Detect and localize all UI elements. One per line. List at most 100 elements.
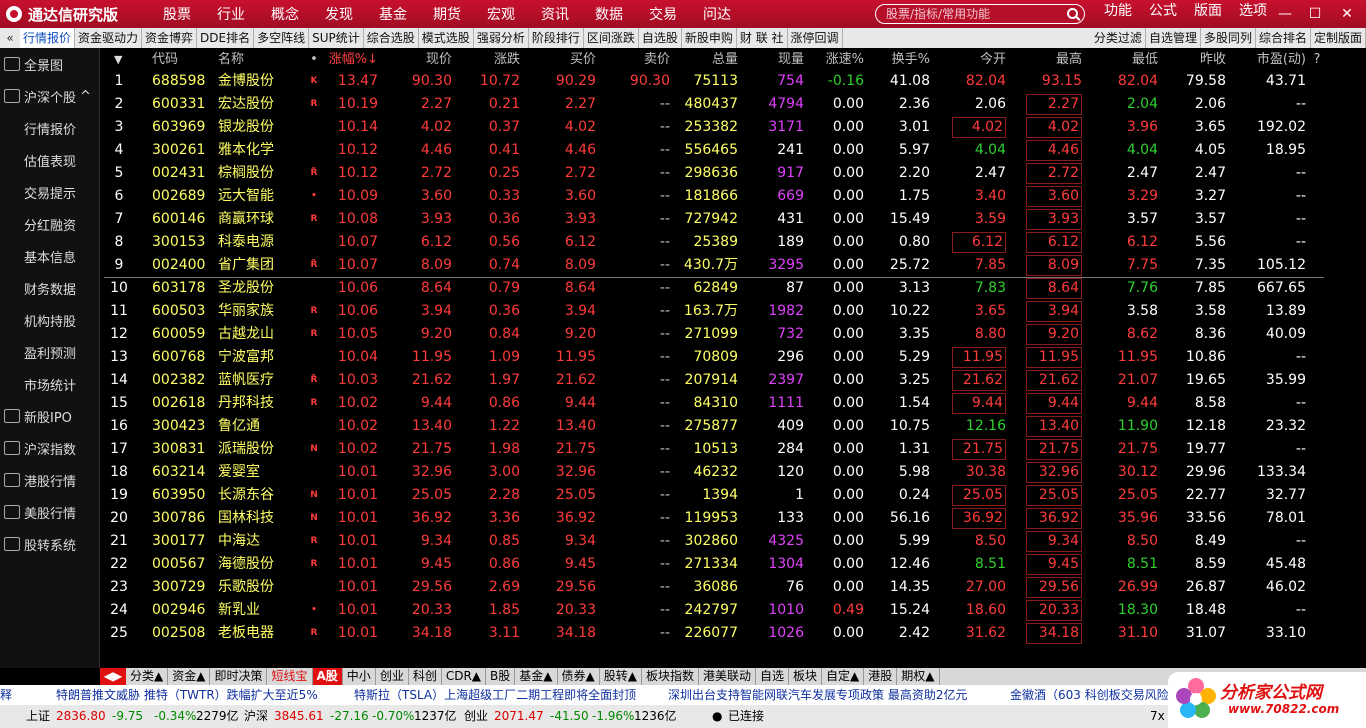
column-header[interactable]: 代码 — [152, 48, 212, 71]
category-tab[interactable]: 科创 — [409, 668, 442, 685]
table-row[interactable]: 23 300729 乐歌股份 10.01 29.56 2.69 29.56 -- 36086 76… — [104, 576, 1366, 599]
sidebar-item[interactable]: 港股行情 — [0, 464, 99, 496]
right-menu-item[interactable]: 选项 — [1231, 0, 1275, 28]
sidebar-item[interactable]: 股转系统 — [0, 528, 99, 560]
table-row[interactable]: 24 002946 新乳业 • 10.01 20.33 1.85 20.33 -- 242797 1… — [104, 599, 1366, 622]
maximize-icon[interactable]: ☐ — [1300, 0, 1330, 28]
tab-item[interactable]: 阶段排行 — [529, 28, 584, 48]
category-tab[interactable]: 创业 — [376, 668, 409, 685]
category-tab[interactable]: 港美联动 — [699, 668, 756, 685]
table-row[interactable]: 4 300261 雅本化学 10.12 4.46 0.41 4.46 -- 556465 241 0… — [104, 139, 1366, 162]
tab-item-right[interactable]: 分类过滤 — [1091, 28, 1146, 48]
table-row[interactable]: 2 600331 宏达股份 R 10.19 2.27 0.21 2.27 -- 480437 479… — [104, 93, 1366, 116]
collapse-sidebar-icon[interactable]: « — [0, 31, 20, 45]
tab-item[interactable]: 行情报价 — [20, 28, 76, 48]
ticker-item[interactable]: 金徽酒（603 科创板交易风险 — [1010, 685, 1169, 705]
close-icon[interactable]: ✕ — [1332, 0, 1362, 28]
tab-item-right[interactable]: 多股同列 — [1201, 28, 1256, 48]
column-header[interactable]: 买价 — [526, 48, 596, 71]
table-row[interactable]: 7 600146 商赢环球 R 10.08 3.93 0.36 3.93 -- 727942 431… — [104, 208, 1366, 231]
sidebar-item[interactable]: 交易提示 — [0, 176, 99, 208]
tab-item-right[interactable]: 自选管理 — [1146, 28, 1201, 48]
search-icon[interactable] — [1067, 8, 1078, 19]
column-header[interactable]: 涨幅%↓ — [326, 48, 378, 71]
column-header[interactable]: 最高 — [1026, 48, 1082, 71]
category-tab[interactable]: 港股 — [864, 668, 898, 685]
table-row[interactable]: 8 300153 科泰电源 10.07 6.12 0.56 6.12 -- 25389 189 0.… — [104, 231, 1366, 254]
category-tab[interactable]: 期权▲ — [897, 668, 940, 685]
sidebar-item[interactable]: 市场统计 — [0, 368, 99, 400]
table-row[interactable]: 25 002508 老板电器 R 10.01 34.18 3.11 34.18 -- 226077… — [104, 622, 1366, 645]
table-row[interactable]: 22 000567 海德股份 R 10.01 9.45 0.86 9.45 -- 271334 13… — [104, 553, 1366, 576]
sidebar-item[interactable]: 全景图 — [0, 48, 99, 80]
search-input[interactable]: 股票/指标/常用功能 — [875, 4, 1085, 24]
category-tab[interactable]: 债券▲ — [558, 668, 600, 685]
sidebar-item[interactable]: 估值表现 — [0, 144, 99, 176]
column-header[interactable]: 卖价 — [602, 48, 670, 71]
category-tab[interactable]: 板块 — [789, 668, 823, 685]
table-row[interactable]: 14 002382 蓝帆医疗 R̈ 10.03 21.62 1.97 21.62 -- 20791… — [104, 369, 1366, 392]
menu-item[interactable]: 股票 — [150, 4, 204, 24]
table-row[interactable]: 16 300423 鲁亿通 10.02 13.40 1.22 13.40 -- 275877 40… — [104, 415, 1366, 438]
category-tab[interactable]: 基金▲ — [515, 668, 558, 685]
table-row[interactable]: 10 603178 圣龙股份 10.06 8.64 0.79 8.64 -- 62849 87 0.… — [104, 277, 1366, 300]
menu-item[interactable]: 行业 — [204, 4, 258, 24]
table-row[interactable]: 13 600768 宁波富邦 10.04 11.95 1.09 11.95 -- 70809 29… — [104, 346, 1366, 369]
tab-item[interactable]: 强弱分析 — [474, 28, 529, 48]
menu-item[interactable]: 基金 — [366, 4, 420, 24]
sidebar-item[interactable]: 机构持股 — [0, 304, 99, 336]
tab-item-right[interactable]: 定制版面 — [1311, 28, 1366, 48]
right-menu-item[interactable]: 公式 — [1141, 0, 1185, 28]
column-header[interactable]: 昨收 — [1168, 48, 1226, 71]
category-tab[interactable]: 短线宝 — [267, 668, 313, 685]
sidebar-item[interactable]: 新股IPO — [0, 400, 99, 432]
menu-item[interactable]: 期货 — [420, 4, 474, 24]
right-menu-item[interactable]: 功能 — [1096, 0, 1140, 28]
table-row[interactable]: 12 600059 古越龙山 R 10.05 9.20 0.84 9.20 -- 271099 73… — [104, 323, 1366, 346]
tab-item[interactable]: 区间涨跌 — [584, 28, 639, 48]
category-tab[interactable]: 资金▲ — [168, 668, 211, 685]
table-row[interactable]: 21 300177 中海达 R 10.01 9.34 0.85 9.34 -- 302860 432… — [104, 530, 1366, 553]
sidebar-item[interactable]: 沪深指数 — [0, 432, 99, 464]
column-header[interactable]: 名称 — [218, 48, 298, 71]
sidebar-item[interactable]: 行情报价 — [0, 112, 99, 144]
ticker-item[interactable]: 特朗普推文威胁 推特（TWTR）跌幅扩大至近5% — [56, 685, 318, 705]
category-tab[interactable]: 自定▲ — [822, 668, 865, 685]
category-tab[interactable]: 即时决策 — [210, 668, 268, 685]
sidebar-item[interactable]: 财务数据 — [0, 272, 99, 304]
menu-item[interactable]: 发现 — [312, 4, 366, 24]
category-tab[interactable]: 板块指数 — [642, 668, 699, 685]
menu-item[interactable]: 数据 — [582, 4, 636, 24]
scroll-arrows-icon[interactable]: ◀▶ — [100, 668, 126, 685]
column-header[interactable]: 市盈(动) — [1244, 48, 1306, 71]
tab-item-right[interactable]: 综合排名 — [1256, 28, 1311, 48]
category-tab[interactable]: 自选 — [756, 668, 790, 685]
table-row[interactable]: 6 002689 远大智能 • 10.09 3.60 0.33 3.60 -- 181866 669… — [104, 185, 1366, 208]
tab-item[interactable]: 资金驱动力 — [75, 28, 143, 48]
tab-item[interactable]: 资金博弈 — [142, 28, 198, 48]
ticker-item[interactable]: 深圳出台支持智能网联汽车发展专项政策 最高资助2亿元 — [668, 685, 967, 705]
column-header[interactable]: 总量 — [676, 48, 738, 71]
table-row[interactable]: 1 688598 金博股份 K 13.47 90.30 10.72 90.29 90.30 751… — [104, 70, 1366, 93]
table-row[interactable]: 17 300831 派瑞股份 N 10.02 21.75 1.98 21.75 -- 10513 2… — [104, 438, 1366, 461]
tab-item[interactable]: SUP统计 — [309, 28, 364, 48]
sidebar-item[interactable]: 美股行情 — [0, 496, 99, 528]
table-row[interactable]: 3 603969 银龙股份 10.14 4.02 0.37 4.02 -- 253382 3171… — [104, 116, 1366, 139]
menu-item[interactable]: 概念 — [258, 4, 312, 24]
menu-item[interactable]: 宏观 — [474, 4, 528, 24]
table-row[interactable]: 18 603214 爱婴室 10.01 32.96 3.00 32.96 -- 46232 120… — [104, 461, 1366, 484]
expand-icon[interactable]: ^ — [80, 89, 91, 104]
sidebar-item[interactable]: 分红融资 — [0, 208, 99, 240]
ticker-item[interactable]: 特斯拉（TSLA）上海超级工厂二期工程即将全面封顶 — [354, 685, 636, 705]
table-row[interactable]: 5 002431 棕榈股份 R̈ 10.12 2.72 0.25 2.72 -- 298636 91… — [104, 162, 1366, 185]
ticker-item[interactable]: 释 — [0, 685, 12, 705]
tab-item[interactable]: 多空阵线 — [254, 28, 310, 48]
column-header[interactable]: 涨跌 — [458, 48, 520, 71]
menu-item[interactable]: 资讯 — [528, 4, 582, 24]
sidebar-item[interactable]: 沪深个股 ^ — [0, 80, 99, 112]
menu-item[interactable]: 问达 — [690, 4, 744, 24]
column-header[interactable]: 现量 — [744, 48, 804, 71]
table-row[interactable]: 20 300786 国林科技 N 10.01 36.92 3.36 36.92 -- 119953… — [104, 507, 1366, 530]
category-tab[interactable]: 中小 — [343, 668, 376, 685]
column-header[interactable]: 换手% — [870, 48, 930, 71]
